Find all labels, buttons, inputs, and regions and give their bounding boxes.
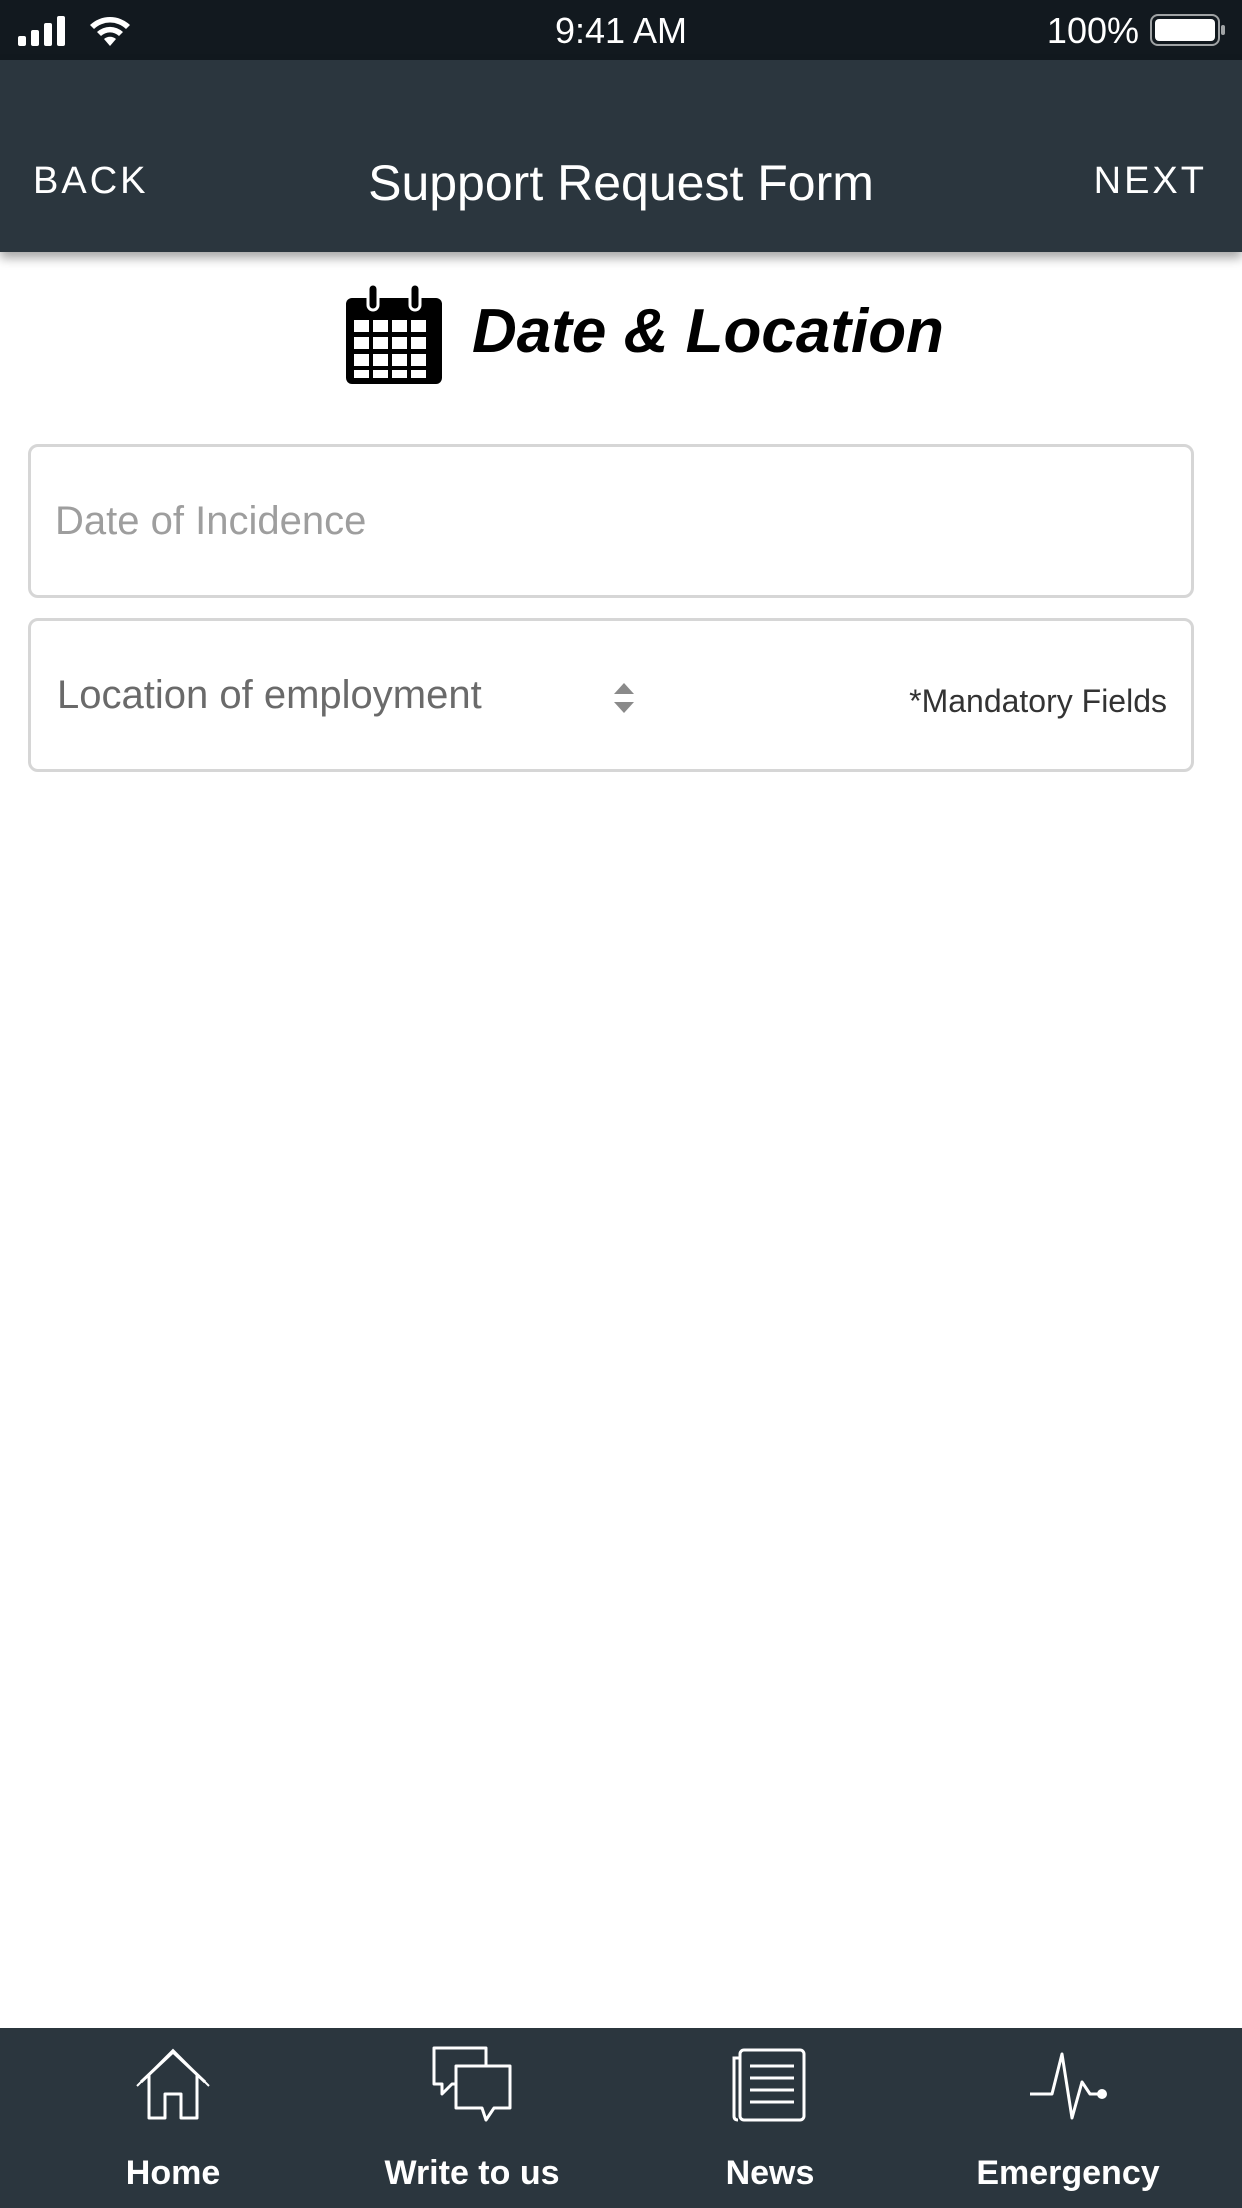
- back-button[interactable]: BACK: [33, 160, 148, 203]
- heartbeat-icon: [1030, 2052, 1107, 2120]
- next-button[interactable]: NEXT: [1094, 160, 1207, 203]
- tab-label-emergency: Emergency: [976, 2154, 1160, 2192]
- tab-label-home: Home: [125, 2154, 221, 2192]
- tab-label-news: News: [725, 2154, 815, 2192]
- chat-bubbles-icon: [432, 2046, 512, 2122]
- mandatory-fields-note: *Mandatory Fields: [909, 683, 1167, 719]
- tab-label-write-to-us: Write to us: [384, 2154, 560, 2192]
- date-of-incidence-input[interactable]: [55, 447, 1155, 595]
- calendar-icon: [346, 282, 442, 384]
- navigation-bar: BACK Support Request Form NEXT: [0, 60, 1242, 252]
- section-title: Date & Location: [472, 297, 944, 366]
- location-of-employment-select[interactable]: Location of employment *Mandatory Fields: [28, 618, 1194, 772]
- status-bar: 9:41 AM 100%: [0, 0, 1242, 60]
- location-select-label: Location of employment: [57, 673, 482, 717]
- tab-home[interactable]: Home: [23, 2028, 323, 2208]
- section-header: Date & Location: [0, 276, 1242, 386]
- date-of-incidence-field: [28, 444, 1194, 598]
- battery-percentage: 100%: [1046, 10, 1139, 51]
- select-arrows-icon: [614, 683, 634, 713]
- newspaper-icon: [732, 2048, 806, 2122]
- tab-emergency[interactable]: Emergency: [918, 2028, 1218, 2208]
- page-title: Support Request Form: [368, 155, 874, 211]
- tab-bar: Home Write to us News Emergency: [0, 2028, 1242, 2208]
- home-icon: [136, 2048, 210, 2120]
- tab-write-to-us[interactable]: Write to us: [322, 2028, 622, 2208]
- tab-news[interactable]: News: [620, 2028, 920, 2208]
- battery-icon: [1150, 14, 1225, 46]
